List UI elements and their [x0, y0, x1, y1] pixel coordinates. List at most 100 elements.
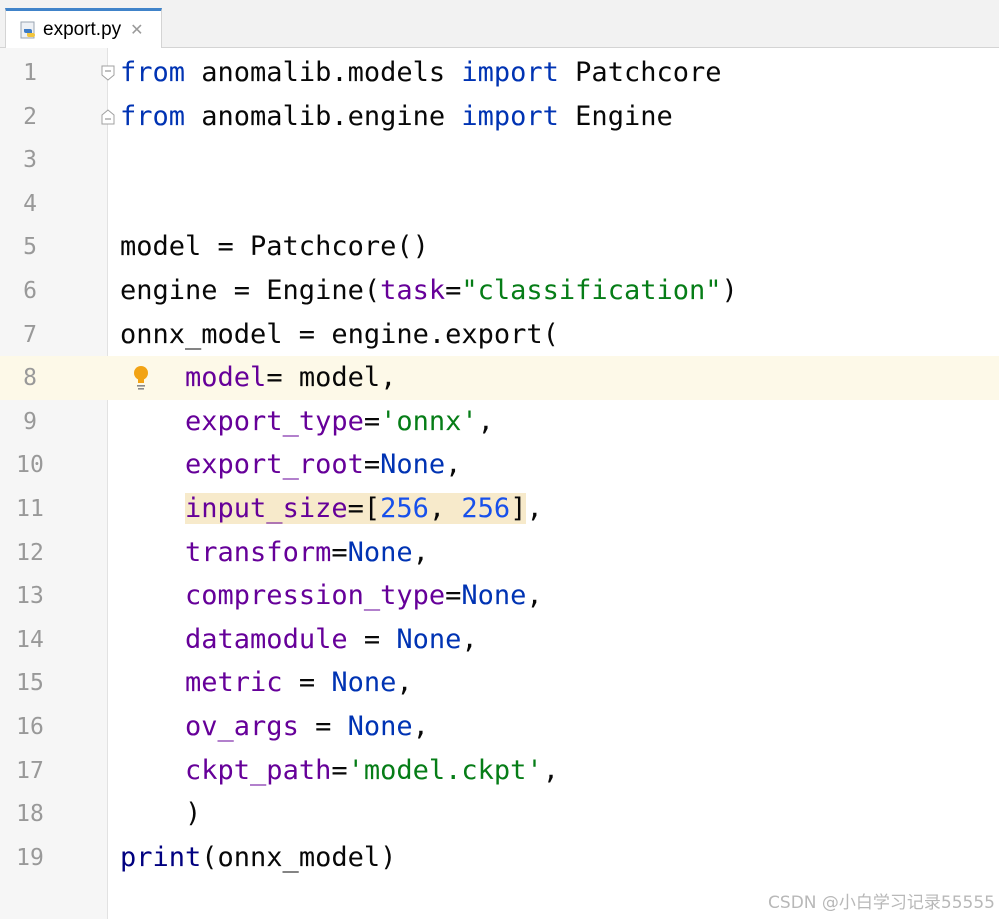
code-text[interactable]: ckpt_path='model.ckpt', — [120, 749, 559, 793]
code-token: ov_args — [185, 711, 299, 742]
code-line[interactable]: 3 — [0, 138, 999, 182]
line-number: 5 — [23, 234, 37, 261]
code-token: = — [445, 580, 462, 612]
code-token: ckpt_path — [185, 754, 332, 786]
code-token: export_root — [185, 449, 364, 481]
code-token: = — [347, 623, 397, 655]
code-text[interactable]: metric = None, — [120, 661, 413, 705]
code-token: , — [428, 493, 462, 524]
code-token: None — [461, 580, 527, 612]
code-token: export_type — [185, 405, 364, 437]
code-line[interactable]: 16 ov_args = None, — [0, 705, 999, 749]
line-number: 14 — [16, 626, 44, 653]
code-line[interactable]: 14 datamodule = None, — [0, 618, 999, 662]
code-token: ] — [510, 493, 527, 524]
code-editor[interactable]: 1 from anomalib.models import Patchcore 2 f… — [0, 48, 999, 919]
code-text[interactable]: onnx_model = engine.export( — [120, 313, 559, 357]
code-token: onnx_model = engine.export( — [120, 318, 559, 350]
code-token: model = Patchcore() — [120, 231, 429, 263]
code-token: , — [445, 449, 462, 481]
code-token: , — [396, 667, 413, 699]
code-text[interactable]: ov_args = None, — [120, 705, 429, 749]
code-token: , — [461, 623, 478, 655]
code-line[interactable]: 6 engine = Engine(task="classification") — [0, 269, 999, 313]
code-text[interactable]: print(onnx_model) — [120, 836, 396, 880]
code-line[interactable]: 10 export_root=None, — [0, 443, 999, 487]
code-token: import — [461, 57, 559, 88]
line-number: 3 — [23, 147, 37, 174]
code-line[interactable]: 18 ) — [0, 792, 999, 836]
code-line[interactable]: 15 metric = None, — [0, 661, 999, 705]
code-text[interactable]: input_size=[256, 256], — [120, 487, 543, 531]
code-text[interactable]: export_root=None, — [120, 443, 461, 487]
watermark: CSDN @小白学习记录55555 — [768, 893, 995, 913]
fold-open-icon[interactable] — [101, 65, 115, 81]
code-text[interactable]: datamodule = None, — [120, 618, 478, 662]
line-number: 16 — [16, 714, 44, 740]
code-token: from — [120, 100, 186, 132]
code-token: model — [185, 362, 267, 394]
code-line[interactable]: 1 from anomalib.models import Patchcore — [0, 51, 999, 95]
code-text[interactable]: ) — [120, 792, 201, 836]
code-token: =[ — [347, 493, 381, 524]
intention-bulb-icon[interactable] — [130, 364, 152, 392]
code-line[interactable]: 12 transform=None, — [0, 531, 999, 575]
code-token: None — [347, 536, 413, 568]
code-token: Patchcore — [558, 57, 722, 88]
line-number: 10 — [16, 452, 44, 479]
line-number: 9 — [23, 408, 37, 435]
code-token: = — [331, 754, 348, 786]
code-token: , — [477, 405, 494, 437]
code-line[interactable]: 2 from anomalib.engine import Engine — [0, 95, 999, 139]
code-token: print — [120, 841, 202, 873]
code-line[interactable]: 11 input_size=[256, 256], — [0, 487, 999, 531]
line-number: 13 — [16, 583, 44, 610]
code-text[interactable]: model= model, — [120, 356, 396, 400]
code-token: ) — [120, 798, 202, 830]
code-text[interactable]: from anomalib.engine import Engine — [120, 95, 673, 139]
code-token: = — [445, 275, 462, 306]
code-line[interactable]: 19 print(onnx_model) — [0, 836, 999, 880]
code-text[interactable]: model = Patchcore() — [120, 225, 429, 269]
code-token: None — [331, 667, 397, 699]
code-line[interactable]: 9 export_type='onnx', — [0, 400, 999, 444]
code-line[interactable]: 13 compression_type=None, — [0, 574, 999, 618]
code-line[interactable]: 7 onnx_model = engine.export( — [0, 313, 999, 357]
tab-export-py[interactable]: export.py ✕ — [5, 8, 162, 48]
code-text[interactable]: export_type='onnx', — [120, 400, 494, 444]
code-line[interactable]: 17 ckpt_path='model.ckpt', — [0, 749, 999, 793]
fold-close-icon[interactable] — [101, 108, 115, 125]
close-icon[interactable]: ✕ — [130, 20, 143, 39]
code-token: engine = Engine( — [120, 275, 381, 306]
code-token: "classification" — [461, 275, 722, 306]
code-token: datamodule — [185, 623, 348, 655]
code-text[interactable]: transform=None, — [120, 531, 429, 575]
code-line[interactable]: 8 model= model, — [0, 356, 999, 401]
code-token: input_size — [185, 493, 348, 524]
code-token: anomalib.models — [185, 57, 462, 88]
code-text[interactable]: from anomalib.models import Patchcore — [120, 51, 721, 95]
code-token: , — [542, 754, 559, 786]
code-token: None — [396, 623, 462, 655]
code-token: import — [461, 100, 559, 132]
code-line[interactable]: 4 — [0, 182, 999, 226]
code-token: = — [363, 405, 381, 437]
code-token: = — [298, 711, 348, 742]
code-line[interactable]: 5 model = Patchcore() — [0, 225, 999, 269]
code-text[interactable]: compression_type=None, — [120, 574, 543, 618]
code-token: , — [526, 580, 543, 612]
code-token: None — [380, 449, 446, 481]
code-token: = — [331, 536, 348, 568]
code-token: , — [526, 493, 543, 524]
line-number: 11 — [16, 496, 44, 522]
code-text[interactable]: engine = Engine(task="classification") — [120, 269, 738, 313]
line-number: 7 — [23, 321, 37, 348]
